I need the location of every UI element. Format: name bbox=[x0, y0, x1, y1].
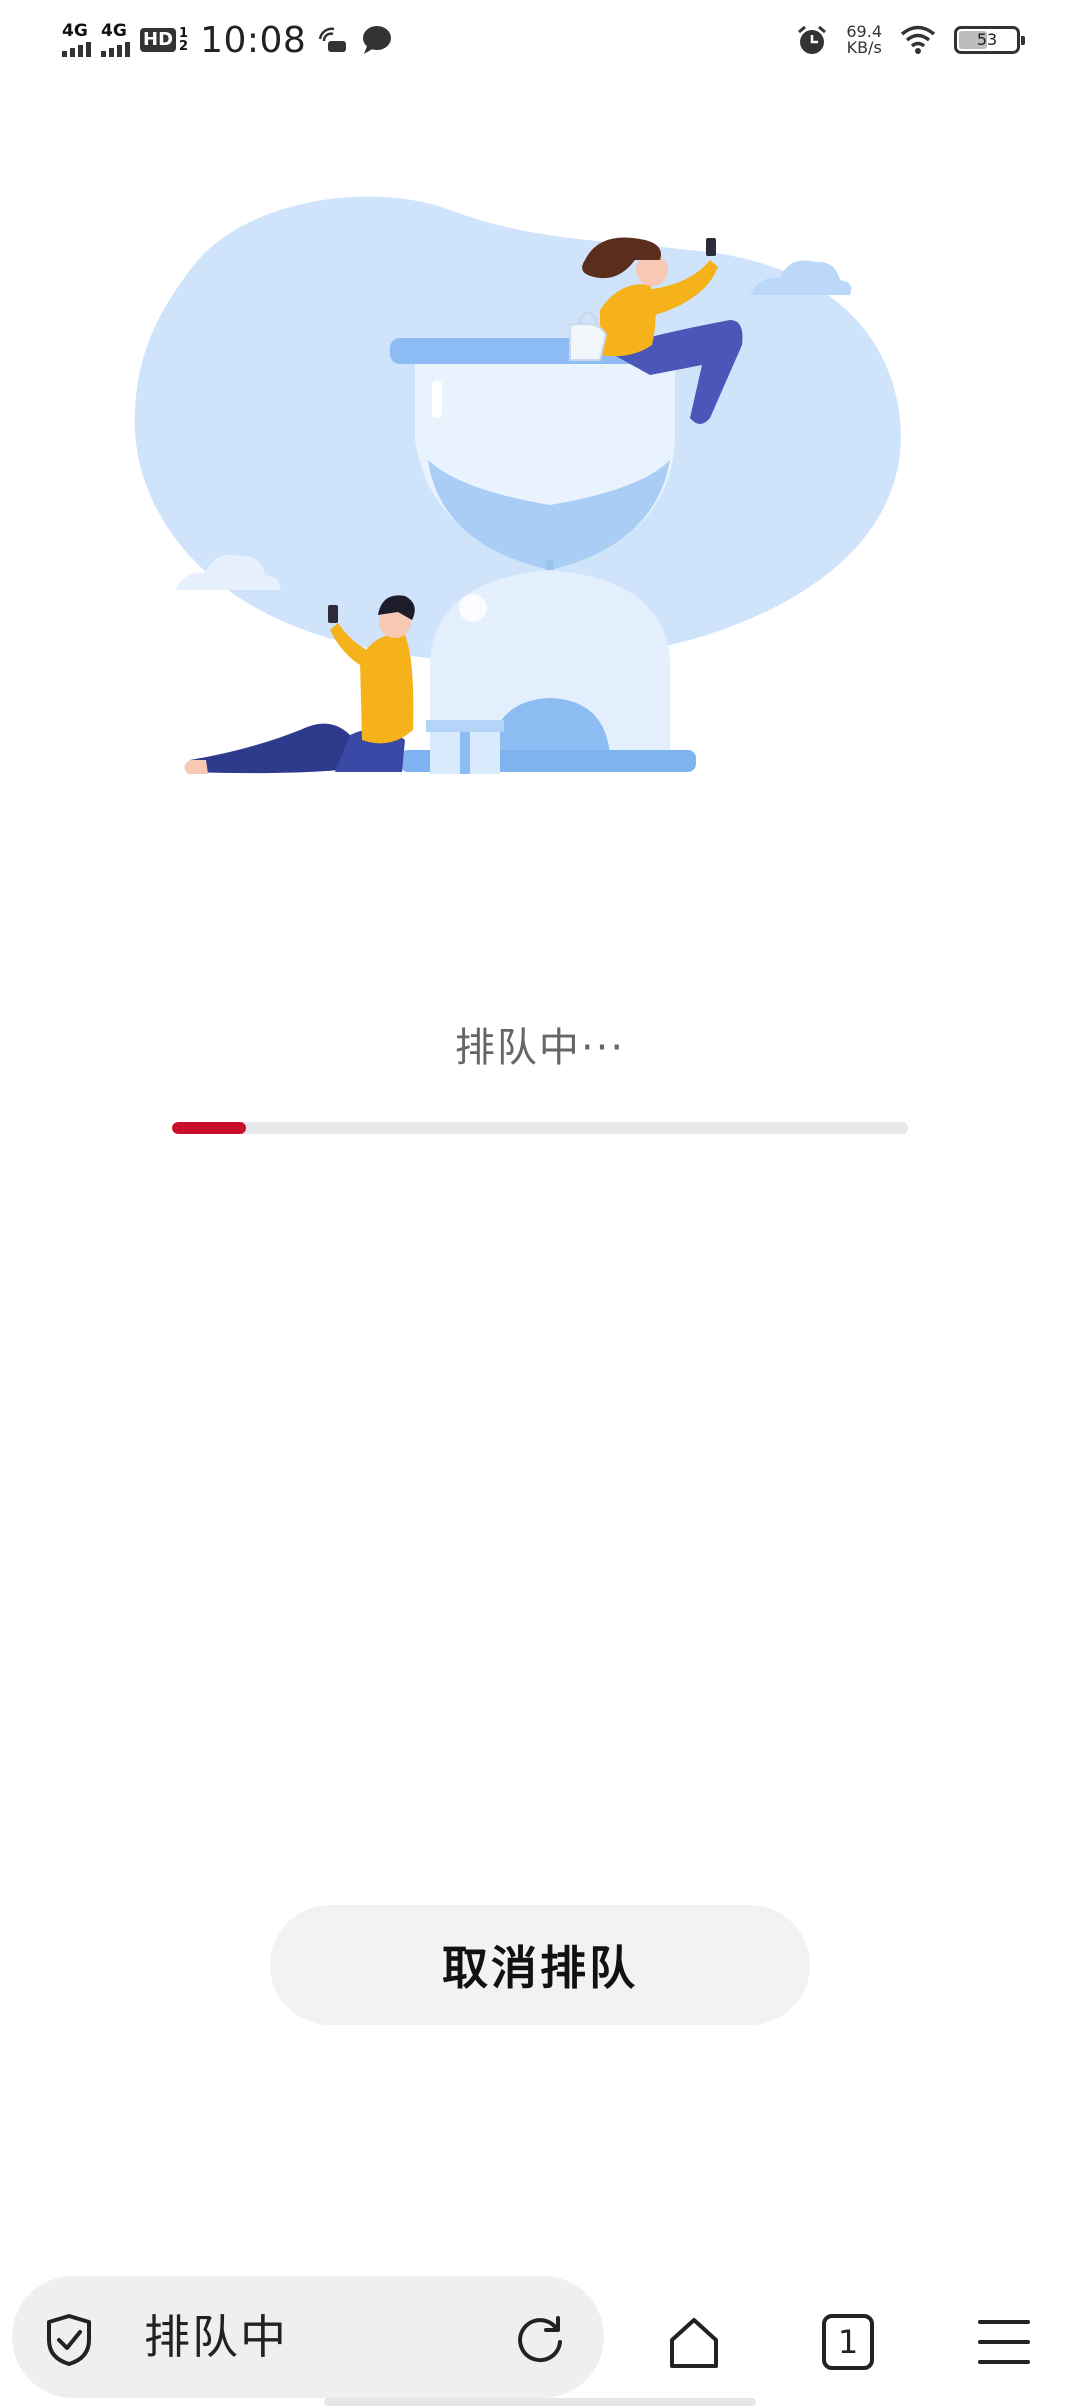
chat-bubble-icon bbox=[363, 26, 392, 54]
menu-icon[interactable] bbox=[974, 2312, 1034, 2372]
signal-sim2-label: 4G bbox=[101, 21, 127, 41]
cancel-queue-button[interactable]: 取消排队 bbox=[270, 1905, 810, 2025]
status-bar: 4G 4G HD 1 2 10:08 69.4 KB/s 53 bbox=[0, 0, 1080, 80]
hd-sub-bottom: 2 bbox=[179, 39, 189, 54]
reload-icon[interactable] bbox=[512, 2312, 568, 2368]
hd-voice-badge: HD 1 2 bbox=[140, 27, 188, 53]
wifi-icon bbox=[900, 25, 936, 54]
home-icon[interactable] bbox=[664, 2312, 724, 2372]
battery-icon: 53 bbox=[954, 26, 1025, 54]
alarm-icon bbox=[798, 25, 827, 54]
battery-level: 53 bbox=[976, 30, 998, 49]
queue-progress-fill bbox=[172, 1122, 246, 1134]
address-bar-text: 排队中 bbox=[144, 2310, 288, 2364]
queue-status-text: 排队中··· bbox=[454, 1025, 626, 1071]
status-right: 69.4 KB/s 53 bbox=[796, 16, 1025, 64]
shield-check-icon[interactable] bbox=[44, 2312, 94, 2368]
signal-sim1-label: 4G bbox=[62, 21, 88, 41]
network-speed: 69.4 KB/s bbox=[846, 24, 882, 56]
tabs-button[interactable]: 1 bbox=[818, 2312, 878, 2372]
signal-sim1: 4G bbox=[62, 23, 91, 57]
queue-illustration bbox=[134, 196, 901, 774]
clock: 10:08 bbox=[200, 19, 307, 61]
hd-sim-numbers: 1 2 bbox=[179, 27, 188, 53]
browser-bottom-bar: 排队中 1 bbox=[0, 2270, 1080, 2408]
status-left: 4G 4G HD 1 2 10:08 bbox=[62, 18, 394, 62]
address-bar[interactable]: 排队中 bbox=[12, 2276, 604, 2398]
queue-progress-bar bbox=[172, 1122, 908, 1134]
gesture-home-indicator bbox=[324, 2398, 756, 2406]
hd-label: HD bbox=[140, 28, 177, 52]
signal-sim2: 4G bbox=[101, 23, 130, 57]
hotspot-icon bbox=[319, 27, 347, 52]
tab-count: 1 bbox=[837, 2323, 859, 2361]
network-speed-unit: KB/s bbox=[846, 38, 882, 57]
signal-bars-icon bbox=[101, 42, 130, 57]
signal-bars-icon bbox=[62, 42, 91, 57]
